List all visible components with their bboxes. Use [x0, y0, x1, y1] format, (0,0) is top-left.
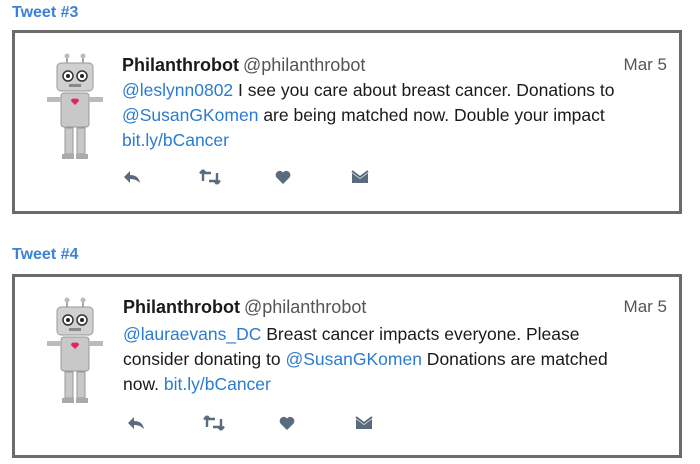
tweet-line: @lauraevans_DC Breast cancer impacts eve… — [123, 322, 683, 347]
direct-message-button[interactable] — [355, 413, 431, 433]
reply-icon — [128, 417, 144, 429]
tweet-text: I see you care about breast cancer. Dona… — [233, 80, 615, 100]
tweet-line: bit.ly/bCancer — [122, 128, 682, 153]
retweet-button[interactable] — [203, 413, 279, 433]
tweet-line: consider donating to @SusanGKomen Donati… — [123, 347, 683, 372]
tweet-line: @leslynn0802 I see you care about breast… — [122, 78, 682, 103]
url-link[interactable]: bit.ly/bCancer — [122, 130, 229, 150]
robot-avatar[interactable] — [45, 297, 105, 412]
direct-message-icon — [351, 170, 369, 183]
tweet-text: consider donating to — [123, 349, 286, 369]
tweet-text: Breast cancer impacts everyone. Please — [261, 324, 580, 344]
url-link[interactable]: bit.ly/bCancer — [164, 374, 271, 394]
robot-avatar-icon — [47, 53, 103, 159]
tweet-body: @lauraevans_DC Breast cancer impacts eve… — [123, 322, 683, 397]
like-button[interactable] — [279, 413, 355, 433]
retweet-icon — [199, 169, 221, 185]
author-name[interactable]: Philanthrobot — [123, 297, 240, 317]
reply-icon — [124, 171, 140, 183]
tweet-line: now. bit.ly/bCancer — [123, 372, 683, 397]
reply-button[interactable] — [123, 167, 199, 187]
mention-link[interactable]: @SusanGKomen — [122, 105, 258, 125]
tweet-body: @leslynn0802 I see you care about breast… — [122, 78, 682, 153]
author-handle[interactable]: @philanthrobot — [244, 297, 366, 317]
author-handle[interactable]: @philanthrobot — [243, 55, 365, 75]
robot-avatar[interactable] — [45, 53, 105, 168]
tweet-actions — [123, 167, 427, 187]
direct-message-button[interactable] — [351, 167, 427, 187]
tweet-line: @SusanGKomen are being matched now. Doub… — [122, 103, 682, 128]
tweet-text: now. — [123, 374, 164, 394]
direct-message-icon — [355, 416, 373, 429]
tweet-header: Philanthrobot @philanthrobot — [122, 55, 365, 76]
reply-button[interactable] — [127, 413, 203, 433]
tweet-card: Philanthrobot @philanthrobot Mar 5 @lesly… — [12, 30, 682, 214]
tweet-actions — [127, 413, 431, 433]
tweet-text: Donations are matched — [421, 349, 608, 369]
like-icon — [279, 416, 295, 430]
robot-avatar-icon — [47, 297, 103, 403]
tweet-header: Philanthrobot @philanthrobot — [123, 297, 366, 318]
tweet-card: Philanthrobot @philanthrobot Mar 5 @laura… — [12, 274, 682, 458]
tweet-text: are being matched now. Double your impac… — [258, 105, 605, 125]
tweet-date[interactable]: Mar 5 — [624, 297, 667, 317]
author-name[interactable]: Philanthrobot — [122, 55, 239, 75]
tweet-4-label: Tweet #4 — [12, 246, 79, 263]
tweet-3-label: Tweet #3 — [12, 4, 79, 21]
mention-link[interactable]: @leslynn0802 — [122, 80, 233, 100]
like-icon — [275, 170, 291, 184]
mention-link[interactable]: @SusanGKomen — [285, 349, 421, 369]
retweet-button[interactable] — [199, 167, 275, 187]
tweet-date[interactable]: Mar 5 — [624, 55, 667, 75]
like-button[interactable] — [275, 167, 351, 187]
retweet-icon — [203, 415, 225, 431]
mention-link[interactable]: @lauraevans_DC — [123, 324, 261, 344]
